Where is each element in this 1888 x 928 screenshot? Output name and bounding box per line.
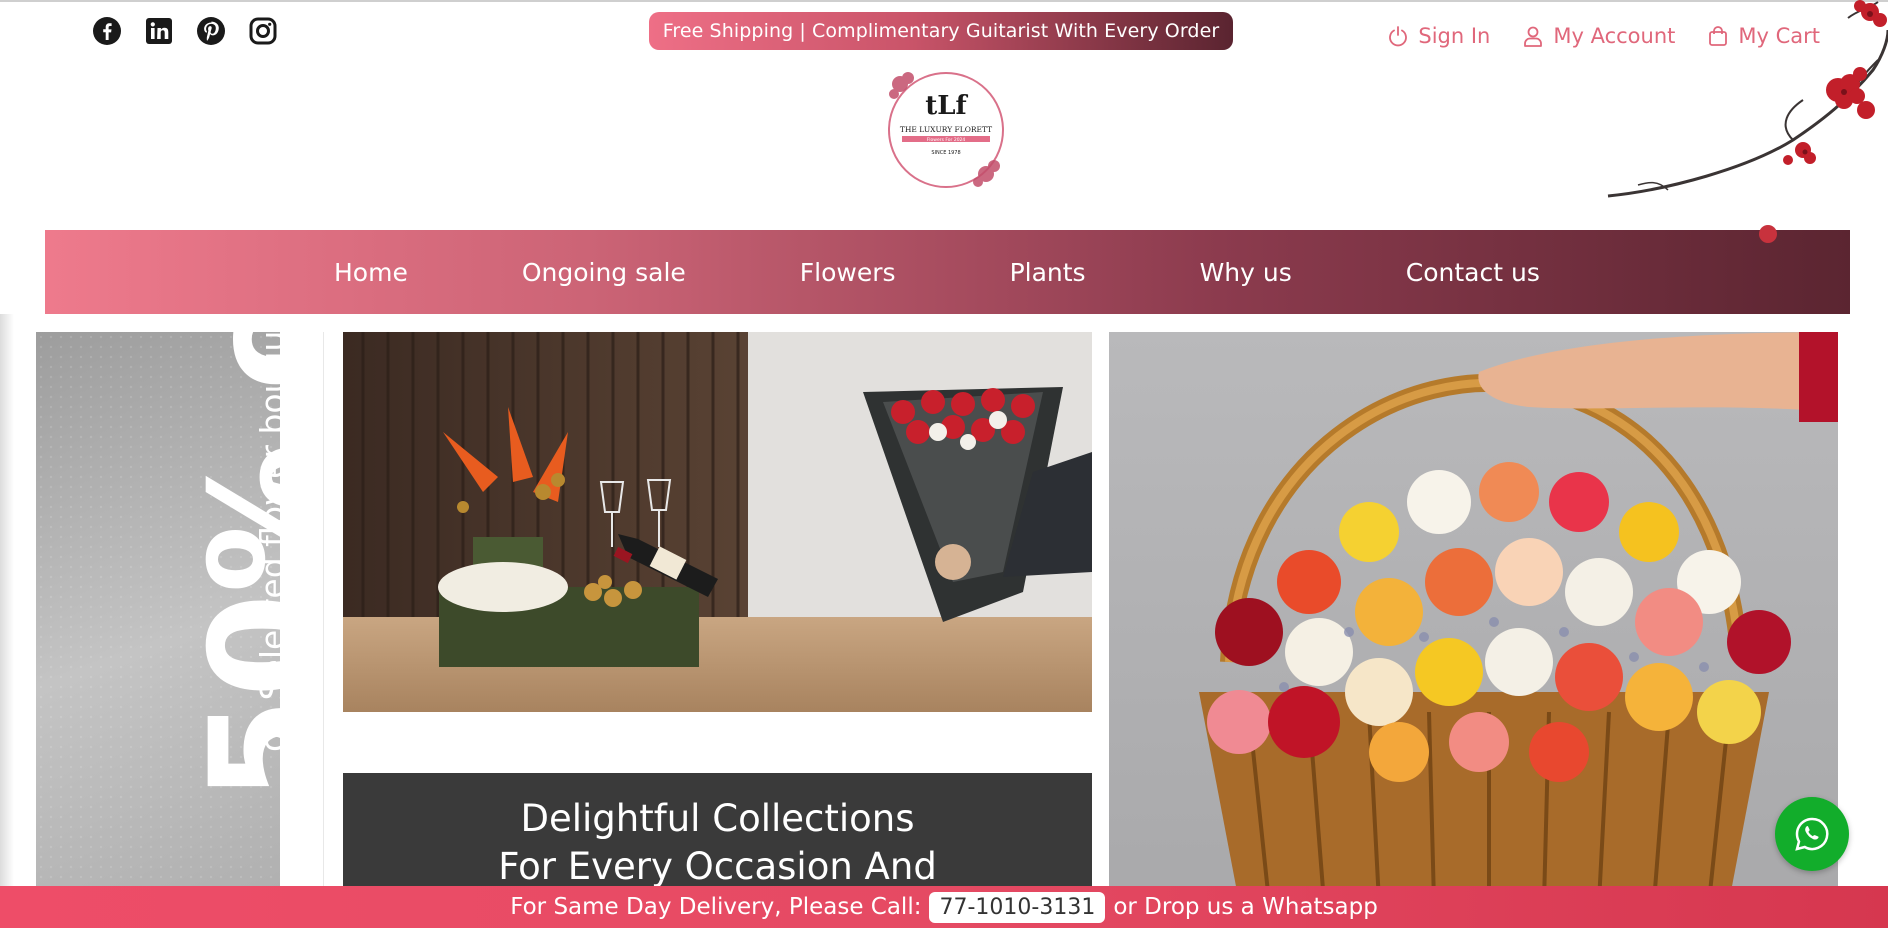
flower-basket-image[interactable] bbox=[1109, 332, 1838, 902]
user-icon bbox=[1524, 26, 1543, 47]
nav-item-why-us[interactable]: Why us bbox=[1200, 258, 1292, 287]
sale-subtitle-text: on Selected flower bouquets bbox=[253, 332, 280, 752]
logo-monogram: tLf bbox=[925, 91, 968, 121]
linkedin-icon[interactable] bbox=[144, 16, 174, 46]
power-icon bbox=[1389, 26, 1408, 47]
whatsapp-button[interactable] bbox=[1775, 797, 1849, 871]
facebook-icon[interactable] bbox=[92, 16, 122, 46]
brand-logo[interactable]: tLf THE LUXURY FLORETT Flowers For 2024 … bbox=[886, 66, 1006, 191]
delivery-suffix[interactable]: or Drop us a Whatsapp bbox=[1113, 894, 1377, 920]
logo-name: THE LUXURY FLORETT bbox=[900, 125, 992, 134]
column-divider bbox=[323, 332, 324, 892]
edge-shadow bbox=[0, 314, 14, 894]
promo-banner: Free Shipping | Complimentary Guitarist … bbox=[649, 12, 1233, 50]
fallen-petal-decoration bbox=[1759, 225, 1777, 243]
basket-illustration bbox=[1199, 332, 1838, 902]
sign-in-link[interactable]: Sign In bbox=[1387, 24, 1490, 48]
delivery-bar: For Same Day Delivery, Please Call: 77-1… bbox=[0, 886, 1888, 928]
gift-hamper-image[interactable] bbox=[343, 332, 1092, 712]
logo-tagline: Flowers For 2024 bbox=[927, 137, 966, 143]
nav-item-contact-us[interactable]: Contact us bbox=[1406, 258, 1540, 287]
nav-item-ongoing-sale[interactable]: Ongoing sale bbox=[522, 258, 686, 287]
logo-since: SINCE 1978 bbox=[931, 150, 960, 156]
collections-line-2: For Every Occasion And bbox=[498, 845, 937, 888]
nav-item-flowers[interactable]: Flowers bbox=[800, 258, 896, 287]
pinterest-icon[interactable] bbox=[196, 16, 226, 46]
social-links bbox=[92, 16, 278, 46]
instagram-icon[interactable] bbox=[248, 16, 278, 46]
whatsapp-icon bbox=[1795, 817, 1829, 851]
phone-number[interactable]: 77-1010-3131 bbox=[929, 891, 1106, 923]
sale-banner[interactable]: 50% off on Selected flower bouquets bbox=[36, 332, 280, 892]
delivery-prefix: For Same Day Delivery, Please Call: bbox=[510, 894, 922, 920]
nav-item-plants[interactable]: Plants bbox=[1010, 258, 1086, 287]
main-navigation: Home Ongoing sale Flowers Plants Why us … bbox=[45, 230, 1850, 314]
blossom-branch-decoration bbox=[1607, 0, 1888, 198]
collections-line-1: Delightful Collections bbox=[520, 797, 915, 840]
nav-item-home[interactable]: Home bbox=[334, 258, 408, 287]
sign-in-label: Sign In bbox=[1418, 24, 1491, 48]
collections-banner[interactable]: Delightful Collections For Every Occasio… bbox=[343, 773, 1092, 903]
